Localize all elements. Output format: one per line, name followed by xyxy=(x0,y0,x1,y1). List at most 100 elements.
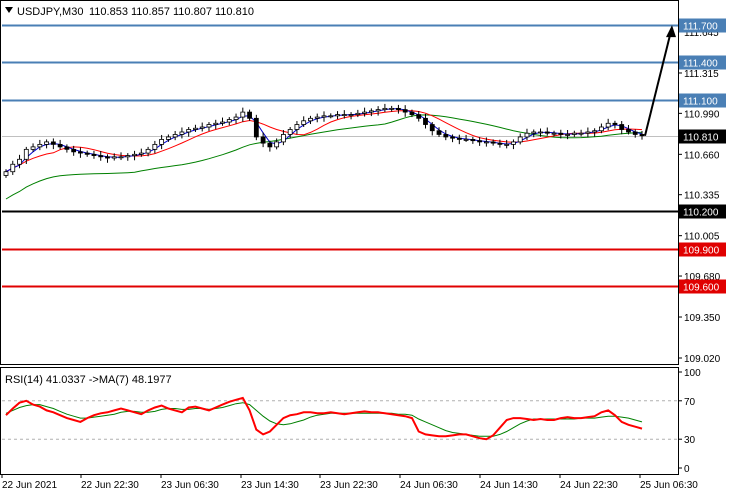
ohlc-values: 110.853 110.857 110.807 110.810 xyxy=(89,6,254,18)
price-axis: 111.645111.315110.990110.660110.335110.0… xyxy=(678,28,721,365)
candle-bullish xyxy=(165,136,171,140)
level-price-label: 109.900 xyxy=(683,246,720,257)
candle-bullish xyxy=(132,153,137,156)
candle-bearish xyxy=(78,151,83,154)
candle-bullish xyxy=(145,148,151,154)
candle-bullish xyxy=(10,163,16,173)
candle-bullish xyxy=(341,114,347,116)
time-tick-label: 23 Jun 14:30 xyxy=(241,480,299,491)
candle-bullish xyxy=(348,114,354,116)
candle-bullish xyxy=(483,141,489,144)
candle-bullish xyxy=(368,110,374,113)
candle-bullish xyxy=(152,143,158,150)
candle-bullish xyxy=(213,122,219,125)
candle-bullish xyxy=(23,148,29,160)
candle-bearish xyxy=(84,152,90,155)
candle-bullish xyxy=(578,132,584,135)
price-tick-label: 111.315 xyxy=(684,69,719,80)
level-price-label: 111.400 xyxy=(683,59,718,70)
time-tick-label: 23 Jun 22:30 xyxy=(320,480,378,491)
candle-bullish xyxy=(186,129,192,133)
candle-bullish xyxy=(240,111,246,118)
candle-bullish xyxy=(314,116,320,119)
candle-bullish xyxy=(375,109,381,112)
candle-bullish xyxy=(172,134,178,138)
candle-bearish xyxy=(626,129,631,133)
candle-bullish xyxy=(233,116,239,120)
candle-bullish xyxy=(281,134,286,143)
candle-bullish xyxy=(362,111,367,114)
rsi-tick-label: 70 xyxy=(684,397,696,408)
candle-bullish xyxy=(565,134,570,136)
time-tick-label: 22 Jun 2021 xyxy=(2,480,57,491)
candle-bearish xyxy=(267,142,273,148)
price-tick-label: 110.335 xyxy=(684,191,720,202)
candle-bullish xyxy=(301,120,307,125)
time-axis: 22 Jun 2021 22 Jun 22:30 23 Jun 06:30 23 Ju… xyxy=(1,474,698,491)
candle-bullish xyxy=(30,146,36,150)
candle-bearish xyxy=(98,155,104,158)
price-chart-window[interactable]: 111.645111.315110.990110.660110.335110.0… xyxy=(0,0,739,497)
candle-bearish xyxy=(260,136,266,144)
candle-bearish xyxy=(396,107,401,111)
level-price-label: 109.600 xyxy=(683,283,720,294)
candle-bullish xyxy=(551,132,557,135)
candle-bullish xyxy=(538,131,543,134)
candle-bearish xyxy=(470,139,476,142)
candle-bullish xyxy=(179,131,185,135)
candle-bullish xyxy=(463,139,469,141)
candle-bullish xyxy=(571,132,577,135)
candle-bearish xyxy=(490,141,496,144)
candle-bullish xyxy=(517,136,523,143)
candle-bearish xyxy=(71,148,77,153)
candle-bearish xyxy=(443,134,449,138)
candle-bullish xyxy=(220,121,225,124)
rsi-tick-label: 30 xyxy=(684,435,696,446)
candle-bullish xyxy=(605,122,611,128)
candle-bearish xyxy=(91,153,97,156)
candle-bearish xyxy=(632,131,638,135)
candle-bullish xyxy=(355,112,361,115)
candle-bullish xyxy=(274,141,280,148)
candle-bearish xyxy=(50,141,56,145)
price-tick-label: 110.005 xyxy=(684,232,720,243)
candle-bullish xyxy=(389,107,395,110)
candle-bullish xyxy=(599,126,604,132)
rsi-label: RSI(14) 41.0337 ->MA(7) 48.1977 xyxy=(5,374,172,386)
candle-bullish xyxy=(125,155,131,158)
candle-bullish xyxy=(193,127,198,130)
candle-bullish xyxy=(321,115,327,118)
price-tick-label: 109.020 xyxy=(684,354,721,365)
candle-bullish xyxy=(328,115,334,118)
candle-bullish xyxy=(585,131,591,134)
candle-bearish xyxy=(429,124,435,132)
candle-bullish xyxy=(287,129,293,135)
candle-bullish xyxy=(226,119,232,123)
candle-bullish xyxy=(138,152,144,155)
candle-bearish xyxy=(105,156,110,159)
time-tick-label: 24 Jun 22:30 xyxy=(560,480,618,491)
main-chart-frame xyxy=(0,0,679,365)
time-tick-label: 22 Jun 22:30 xyxy=(81,480,139,491)
candle-bullish xyxy=(511,141,516,145)
candle-bullish xyxy=(111,156,117,159)
candle-bullish xyxy=(294,124,300,130)
time-tick-label: 25 Jun 06:30 xyxy=(640,480,698,491)
time-tick-label: 24 Jun 14:30 xyxy=(480,480,538,491)
candle-bullish xyxy=(44,141,49,145)
rsi-axis: 100 70 30 0 xyxy=(678,368,701,475)
candle-bearish xyxy=(253,117,259,138)
candle-bullish xyxy=(308,117,313,122)
candle-bearish xyxy=(57,143,63,148)
candle-bearish xyxy=(558,132,564,135)
level-price-label: 111.100 xyxy=(683,97,718,108)
candle-bearish xyxy=(619,124,625,130)
candle-bullish xyxy=(159,139,165,145)
candle-bullish xyxy=(3,171,9,176)
candle-bearish xyxy=(639,134,645,137)
candle-bearish xyxy=(402,109,408,113)
rsi-tick-label: 0 xyxy=(684,464,690,475)
candle-bullish xyxy=(206,124,212,128)
price-tick-label: 110.990 xyxy=(684,109,720,120)
candle-bearish xyxy=(409,111,415,115)
